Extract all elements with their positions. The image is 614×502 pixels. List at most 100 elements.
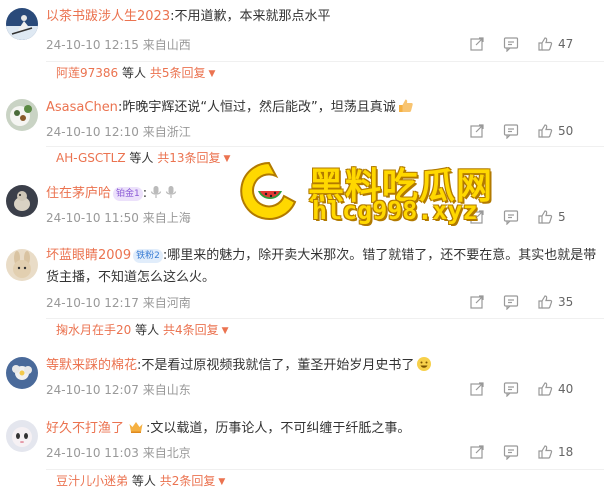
comment-text: 坏蓝眼睛2009 铁粉2:哪里来的魅力，除开卖大米那次。错了就错了，还不要在意。其… — [46, 245, 606, 289]
rabbit-avatar[interactable] — [6, 249, 38, 281]
comment-actions: 5 — [469, 209, 614, 227]
reply-user-link[interactable]: 豆汁儿小迷弟 — [56, 474, 128, 488]
comment-meta: 24-10-10 11:50 来自上海 — [46, 209, 191, 226]
reply-summary[interactable]: 阿莲97386 等人 共5条回复 ▼ — [46, 61, 604, 83]
username-link[interactable]: 住在茅庐哈 — [46, 186, 111, 201]
comment-actions: 47 — [469, 36, 614, 54]
share-icon[interactable] — [469, 444, 485, 460]
username-link[interactable]: 等默来踩的棉花 — [46, 358, 137, 373]
reply-summary[interactable]: 掬水月在手20 等人 共4条回复 ▼ — [46, 318, 604, 340]
comment-actions: 35 — [469, 294, 614, 312]
reply-connector: 等人 — [135, 323, 160, 337]
reply-user-link[interactable]: 阿莲97386 — [56, 66, 118, 80]
grin-emoji — [417, 357, 432, 371]
comment-item: 坏蓝眼睛2009 铁粉2:哪里来的魅力，除开卖大米那次。错了就错了，还不要在意。其… — [0, 241, 614, 341]
comment-text: 以茶书跋涉人生2023:不用道歉，本来就那点水平 — [46, 6, 606, 28]
reply-count-link[interactable]: 共4条回复 — [163, 323, 219, 337]
flower-avatar[interactable] — [6, 357, 38, 389]
chevron-down-icon[interactable]: ▼ — [222, 326, 229, 336]
comment-icon[interactable] — [503, 294, 519, 310]
thumbs-up-emoji — [398, 99, 413, 112]
bird-avatar[interactable] — [6, 185, 38, 217]
plate-avatar[interactable] — [6, 99, 38, 131]
reply-connector: 等人 — [122, 66, 147, 80]
comment-meta: 24-10-10 11:03 来自北京 — [46, 444, 191, 461]
share-icon[interactable] — [469, 381, 485, 397]
comment-location: 来自北京 — [142, 446, 191, 460]
comment-location: 来自浙江 — [142, 125, 191, 139]
like-icon[interactable] — [537, 381, 553, 397]
comment-meta: 24-10-10 12:10 来自浙江 — [46, 123, 191, 140]
comment-meta: 24-10-10 12:15 来自山西 — [46, 36, 191, 53]
comment-date: 24-10-10 12:15 — [46, 38, 139, 52]
fan-badge: 铁粉2 — [133, 249, 163, 263]
comment-icon[interactable] — [503, 381, 519, 397]
like-count: 47 — [558, 37, 574, 51]
comment-text: 等默来踩的棉花:不是看过原视频我就信了，董圣开始岁月史书了 — [46, 355, 606, 377]
comment-location: 来自山东 — [142, 383, 191, 397]
comment-body: :不是看过原视频我就信了，董圣开始岁月史书了 — [137, 358, 415, 373]
comment-text: AsasaChen:昨晚宇辉还说“人恒过，然后能改”，坦荡且真诚 — [46, 97, 606, 119]
chevron-down-icon[interactable]: ▼ — [218, 477, 225, 487]
crown-emoji — [129, 422, 143, 433]
reply-user-link[interactable]: AH-GSCTLZ — [56, 151, 126, 165]
comment-icon[interactable] — [503, 123, 519, 139]
comment-body: :不用道歉，本来就那点水平 — [170, 9, 331, 24]
microphone-icon — [165, 185, 177, 199]
username-link[interactable]: 坏蓝眼睛2009 — [46, 248, 131, 263]
username-link[interactable]: 好久不打渔了 — [46, 421, 124, 436]
comment-body: :昨晚宇辉还说“人恒过，然后能改”，坦荡且真诚 — [117, 100, 396, 115]
comment-text: 好久不打渔了 :文以载道，历事论人，不可纠缠于纤胝之事。 — [46, 418, 606, 440]
comment-item: 好久不打渔了 :文以载道，历事论人，不可纠缠于纤胝之事。 24-10-10 11:… — [0, 414, 614, 502]
comment-date: 24-10-10 11:03 — [46, 446, 139, 460]
comment-actions: 18 — [469, 444, 614, 462]
chevron-down-icon[interactable]: ▼ — [224, 154, 231, 164]
comment-actions: 40 — [469, 381, 614, 399]
comment-icon[interactable] — [503, 209, 519, 225]
reply-connector: 等人 — [129, 151, 154, 165]
comment-icon[interactable] — [503, 444, 519, 460]
fan-badge: 铂金1 — [113, 187, 143, 201]
reply-count-link[interactable]: 共13条回复 — [157, 151, 220, 165]
reply-count-link[interactable]: 共5条回复 — [150, 66, 206, 80]
like-icon[interactable] — [537, 209, 553, 225]
like-icon[interactable] — [537, 294, 553, 310]
like-count: 50 — [558, 124, 574, 138]
like-count: 18 — [558, 445, 574, 459]
like-count: 40 — [558, 382, 574, 396]
comment-body: : — [142, 186, 148, 201]
username-link[interactable]: AsasaChen — [46, 100, 118, 115]
comment-actions: 50 — [469, 123, 614, 141]
comment-meta: 24-10-10 12:17 来自河南 — [46, 294, 191, 311]
comment-icon[interactable] — [503, 36, 519, 52]
comment-item: 等默来踩的棉花:不是看过原视频我就信了，董圣开始岁月史书了 24-10-10 1… — [0, 351, 614, 407]
like-count: 35 — [558, 295, 574, 309]
like-icon[interactable] — [537, 123, 553, 139]
cartoon-avatar[interactable] — [6, 420, 38, 452]
share-icon[interactable] — [469, 123, 485, 139]
reply-summary[interactable]: 豆汁儿小迷弟 等人 共2条回复 ▼ — [46, 469, 604, 491]
share-icon[interactable] — [469, 36, 485, 52]
like-icon[interactable] — [537, 36, 553, 52]
comment-item: AsasaChen:昨晚宇辉还说“人恒过，然后能改”，坦荡且真诚 24-10-1… — [0, 91, 614, 171]
reply-user-link[interactable]: 掬水月在手20 — [56, 323, 131, 337]
like-count: 5 — [558, 210, 566, 224]
comment-body: :文以载道，历事论人，不可纠缠于纤胝之事。 — [146, 421, 411, 436]
watermark-url: hlcg998.xyz — [312, 196, 478, 225]
username-link[interactable]: 以茶书跋涉人生2023 — [46, 9, 170, 24]
skier-avatar[interactable] — [6, 8, 38, 40]
comment-location: 来自河南 — [142, 296, 191, 310]
comment-item: 住在茅庐哈 铂金1: 24-10-10 11:50 来自上海 5 — [0, 177, 614, 233]
share-icon[interactable] — [469, 294, 485, 310]
microphone-icon — [150, 185, 162, 199]
like-icon[interactable] — [537, 444, 553, 460]
comment-item: 以茶书跋涉人生2023:不用道歉，本来就那点水平 24-10-10 12:15 … — [0, 0, 614, 96]
reply-count-link[interactable]: 共2条回复 — [160, 474, 216, 488]
watermelon-logo — [240, 161, 297, 220]
chevron-down-icon[interactable]: ▼ — [209, 69, 216, 79]
comment-date: 24-10-10 11:50 — [46, 211, 139, 225]
comment-date: 24-10-10 12:07 — [46, 383, 139, 397]
comment-date: 24-10-10 12:17 — [46, 296, 139, 310]
comment-meta: 24-10-10 12:07 来自山东 — [46, 381, 191, 398]
comment-location: 来自上海 — [142, 211, 191, 225]
